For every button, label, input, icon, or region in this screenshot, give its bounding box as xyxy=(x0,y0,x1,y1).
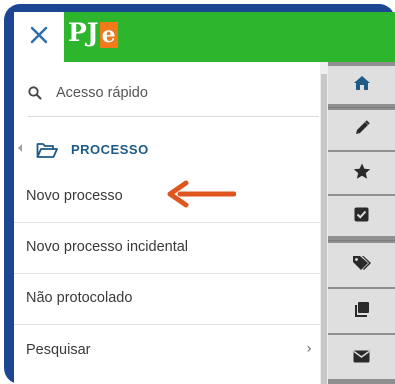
rail-messages-button[interactable] xyxy=(328,335,395,379)
search-underline xyxy=(28,116,319,117)
app-screen: PJe PROCESSO Novo processo Novo processo… xyxy=(14,12,395,384)
top-bar: PJ e xyxy=(14,12,395,62)
icon-rail xyxy=(328,62,395,384)
chevron-right-icon: › xyxy=(306,341,312,357)
tags-icon xyxy=(352,255,372,275)
section-label: PROCESSO xyxy=(71,142,149,157)
search-input[interactable] xyxy=(56,82,306,104)
close-icon xyxy=(29,25,49,49)
menu-item-pesquisar[interactable]: Pesquisar › xyxy=(14,326,322,376)
scrollbar-thumb[interactable] xyxy=(321,74,327,384)
copy-icon xyxy=(354,301,370,321)
pje-logo: PJ e xyxy=(68,18,118,48)
rail-tags-button[interactable] xyxy=(328,243,395,287)
quick-access-search xyxy=(14,62,319,122)
arrow-left-indicator xyxy=(164,180,237,212)
envelope-icon xyxy=(353,348,370,367)
folder-open-icon xyxy=(36,142,58,163)
home-icon xyxy=(353,75,371,95)
menu-item-label: Novo processo xyxy=(26,188,123,204)
menu-item-novo-processo-incidental[interactable]: Novo processo incidental xyxy=(14,223,322,274)
section-processo[interactable]: PROCESSO xyxy=(14,130,319,172)
rail-home-button[interactable] xyxy=(328,66,395,104)
chevron-left-icon xyxy=(17,143,23,156)
star-icon xyxy=(353,163,371,184)
checkbox-icon xyxy=(354,207,369,226)
logo-accent: e xyxy=(99,22,118,48)
rail-divider xyxy=(328,107,395,108)
menu-item-nao-protocolado[interactable]: Não protocolado xyxy=(14,274,322,325)
rail-favorites-button[interactable] xyxy=(328,152,395,194)
rail-divider xyxy=(328,240,395,241)
menu-item-label: Novo processo incidental xyxy=(26,239,189,255)
rail-edit-button[interactable] xyxy=(328,110,395,150)
logo-text: PJ xyxy=(68,18,99,47)
rail-tasks-button[interactable] xyxy=(328,196,395,236)
menu-item-label: Não protocolado xyxy=(26,290,133,306)
close-menu-button[interactable] xyxy=(14,12,64,62)
pencil-icon xyxy=(354,120,370,140)
search-icon xyxy=(28,85,42,104)
rail-documents-button[interactable] xyxy=(328,289,395,333)
menu-item-label: Pesquisar xyxy=(26,342,91,358)
